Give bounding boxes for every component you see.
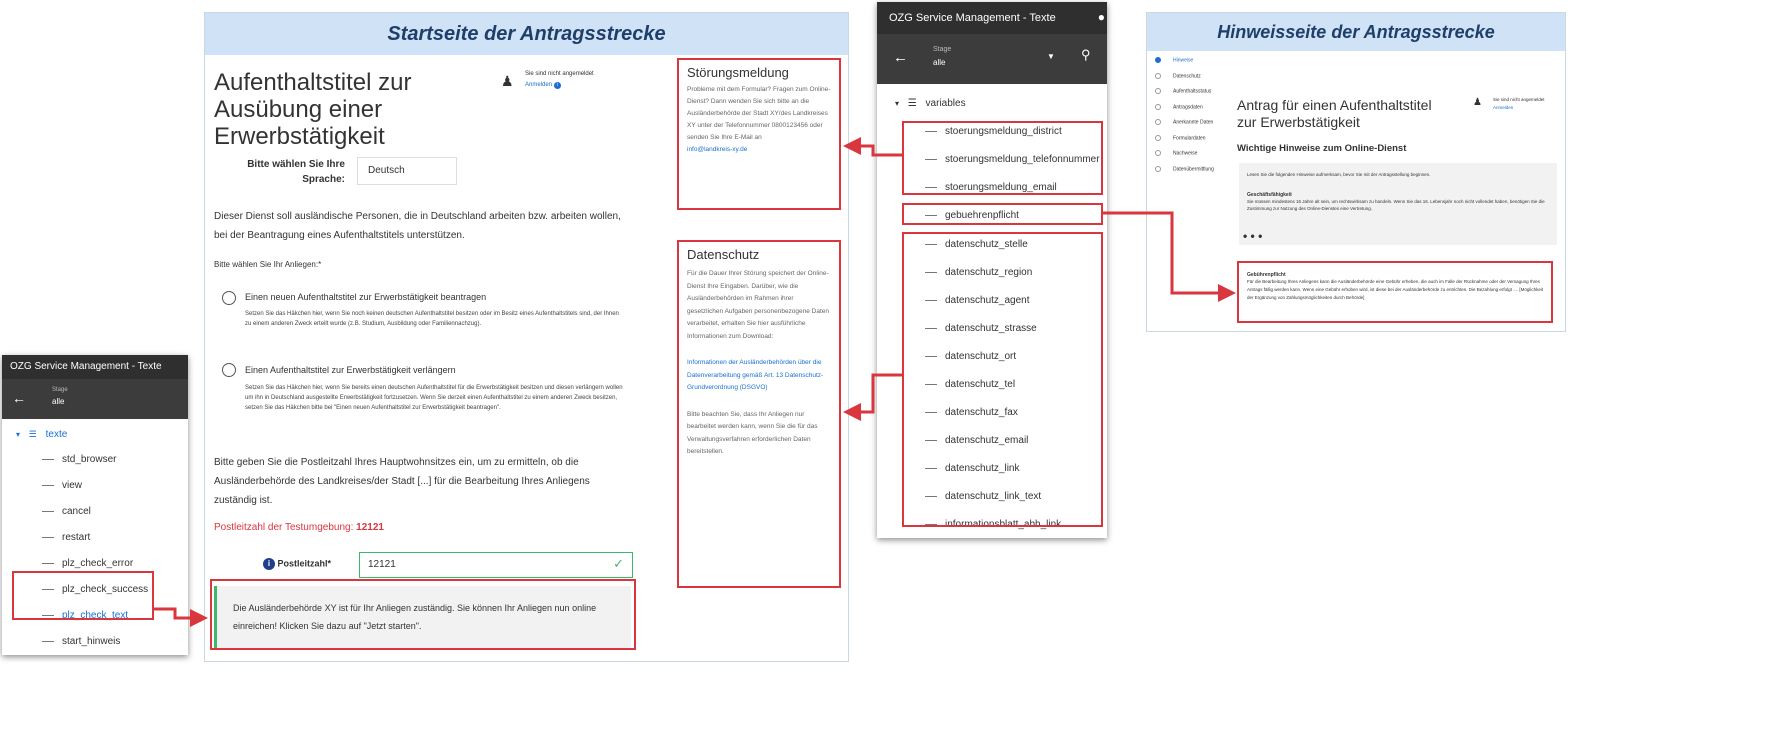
connector-arrows bbox=[154, 137, 1236, 627]
arrow-gebuehr bbox=[1103, 211, 1236, 302]
arrow-datenschutz bbox=[843, 373, 902, 421]
arrow-plz bbox=[154, 607, 208, 627]
arrow-stoerung bbox=[843, 137, 902, 157]
